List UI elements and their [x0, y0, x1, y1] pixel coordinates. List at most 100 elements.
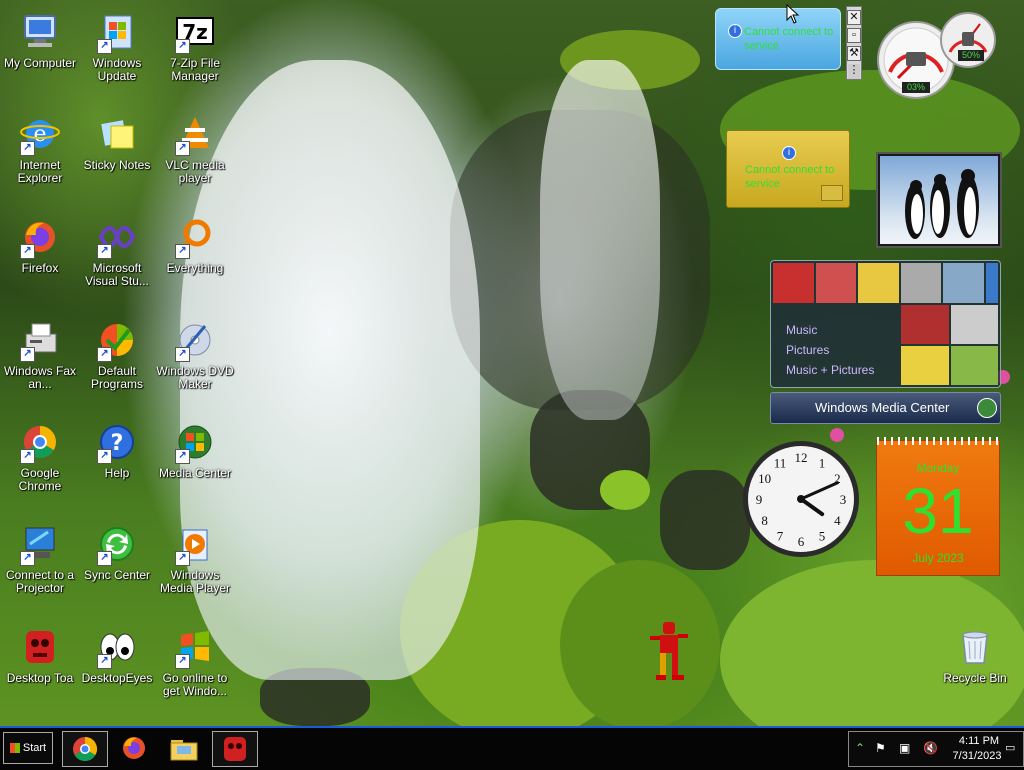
- cpu-meter-gadget[interactable]: 03% 50%: [876, 12, 1000, 104]
- cpu-usage-readout: 03%: [902, 82, 930, 93]
- icon-label: Desktop Toa: [6, 671, 74, 685]
- projector-icon: ↗: [18, 522, 62, 566]
- shortcut-arrow-icon: ↗: [20, 449, 35, 464]
- desktop-icon-default-programs[interactable]: ↗ Default Programs: [77, 318, 157, 391]
- ie-icon: e ↗: [18, 112, 62, 156]
- media-center-bar[interactable]: Windows Media Center: [770, 392, 1001, 424]
- media-menu-music[interactable]: Music: [786, 323, 817, 337]
- clock-number: 9: [756, 492, 763, 507]
- desktop-icon-windows-fax[interactable]: ↗ Windows Fax an...: [0, 318, 80, 391]
- icon-label: Everything: [166, 261, 224, 275]
- icon-label: Windows Media Player: [159, 568, 231, 595]
- desktop-icon-media-player[interactable]: ↗ Windows Media Player: [155, 522, 235, 595]
- icon-label: Help: [104, 466, 130, 480]
- media-center-logo-icon: [977, 398, 997, 418]
- icon-label: Recycle Bin: [943, 671, 1007, 685]
- visual-studio-icon: ↗: [95, 215, 139, 259]
- desktop-icon-google-chrome[interactable]: ↗ Google Chrome: [0, 420, 80, 493]
- windows-update-icon: ↗: [95, 10, 139, 54]
- volume-muted-icon[interactable]: 🔇: [923, 741, 938, 755]
- clock-number: 4: [834, 513, 841, 528]
- rock: [660, 470, 750, 570]
- slideshow-gadget[interactable]: [876, 152, 1002, 248]
- action-center-icon[interactable]: ⚑: [875, 741, 886, 755]
- desktop-icon-dvd-maker[interactable]: ↗ Windows DVD Maker: [155, 318, 235, 391]
- shortcut-arrow-icon: ↗: [175, 39, 190, 54]
- recycle-bin-icon: [953, 625, 997, 669]
- currency-gadget[interactable]: i Cannot connect to service: [726, 130, 850, 208]
- clock-gadget[interactable]: 12 1 2 3 4 5 6 7 8 9 10 11: [740, 438, 862, 560]
- media-center-icon: ↗: [173, 420, 217, 464]
- sticky-notes-icon: [95, 112, 139, 156]
- taskbar-chrome-button[interactable]: [62, 731, 108, 767]
- close-icon[interactable]: ✕: [847, 10, 861, 25]
- media-menu-pictures[interactable]: Pictures: [786, 343, 829, 357]
- clock-number: 5: [819, 528, 826, 543]
- taskbar-desktop-toa-button[interactable]: [212, 731, 258, 767]
- clock-number: 11: [774, 456, 787, 471]
- desktop-icon-firefox[interactable]: ↗ Firefox: [0, 215, 80, 275]
- desktop-icon-desktop-toa[interactable]: Desktop Toa: [0, 625, 80, 685]
- windows-online-icon: ↗: [173, 625, 217, 669]
- desktop-icon-recycle-bin[interactable]: Recycle Bin: [935, 625, 1015, 685]
- desktop-icon-help[interactable]: ? ↗ Help: [77, 420, 157, 480]
- desktop-icon-internet-explorer[interactable]: e ↗ Internet Explorer: [0, 112, 80, 185]
- 7zip-icon: 7z ↗: [173, 10, 217, 54]
- desktop-toa-figure[interactable]: [648, 622, 690, 684]
- taskbar-clock-time[interactable]: 4:11 PM: [949, 735, 1009, 747]
- info-icon: i: [782, 146, 796, 160]
- shortcut-arrow-icon: ↗: [175, 449, 190, 464]
- chrome-icon: ↗: [18, 420, 62, 464]
- desktop-toa-icon: [18, 625, 62, 669]
- taskbar-explorer-button[interactable]: [162, 731, 206, 765]
- vlc-icon: ↗: [173, 112, 217, 156]
- icon-label: Windows Fax an...: [3, 364, 77, 391]
- media-center-gadget[interactable]: Music Pictures Music + Pictures: [770, 260, 1001, 388]
- taskbar-firefox-button[interactable]: [112, 731, 156, 765]
- gadget-controls: ✕ ▫ ⚒ ⋮: [846, 6, 862, 80]
- shortcut-arrow-icon: ↗: [97, 244, 112, 259]
- show-hidden-icons-icon[interactable]: ⌃: [855, 741, 865, 755]
- desktop-icon-7zip[interactable]: 7z ↗ 7-Zip File Manager: [155, 10, 235, 83]
- desktop-icon-connect-projector[interactable]: ↗ Connect to a Projector: [0, 522, 80, 595]
- start-button[interactable]: Start: [3, 732, 53, 764]
- start-label: Start: [22, 742, 47, 754]
- network-icon[interactable]: ▣: [899, 741, 910, 755]
- desktop-eyes-icon: ↗: [95, 625, 139, 669]
- show-desktop-icon[interactable]: ▭: [1005, 741, 1015, 754]
- waterfall-stream: [540, 60, 660, 420]
- media-thumbnails: [901, 305, 998, 385]
- desktop-icon-sync-center[interactable]: ↗ Sync Center: [77, 522, 157, 582]
- desktop-icon-desktop-eyes[interactable]: ↗ DesktopEyes: [77, 625, 157, 685]
- desktop-icon-my-computer[interactable]: My Computer: [0, 10, 80, 70]
- wrench-icon[interactable]: ⚒: [847, 46, 861, 61]
- icon-label: VLC media player: [165, 158, 225, 185]
- calendar-gadget[interactable]: Monday 31 July 2023: [876, 437, 1000, 576]
- desktop-icon-vlc[interactable]: ↗ VLC media player: [155, 112, 235, 185]
- clock-number: 7: [777, 528, 784, 543]
- desktop-icon-sticky-notes[interactable]: Sticky Notes: [77, 112, 157, 172]
- calendar-day-name: Monday: [916, 461, 960, 475]
- shortcut-arrow-icon: ↗: [20, 347, 35, 362]
- desktop-icon-windows-update[interactable]: ↗ Windows Update: [77, 10, 157, 83]
- clock-number: 1: [819, 456, 826, 471]
- desktop-icon-everything[interactable]: ↗ Everything: [155, 215, 235, 275]
- taskbar-clock-date[interactable]: 7/31/2023: [945, 750, 1009, 762]
- desktop-toa-icon: [224, 737, 246, 761]
- desktop-icon-go-online[interactable]: ↗ Go online to get Windo...: [155, 625, 235, 698]
- icon-label: Windows Update: [92, 56, 142, 83]
- system-tray: ⌃ ⚑ ▣ 🔇 4:11 PM 7/31/2023 ▭: [848, 731, 1024, 767]
- desktop-icon-media-center[interactable]: ↗ Media Center: [155, 420, 235, 480]
- size-icon[interactable]: ▫: [847, 28, 861, 43]
- shortcut-arrow-icon: ↗: [97, 551, 112, 566]
- icon-label: Sync Center: [83, 568, 151, 582]
- media-player-icon: ↗: [173, 522, 217, 566]
- drag-handle-icon[interactable]: ⋮: [848, 64, 860, 79]
- weather-gadget[interactable]: i Cannot connect to service: [715, 8, 841, 70]
- desktop-icon-visual-studio[interactable]: ↗ Microsoft Visual Stu...: [77, 215, 157, 288]
- shortcut-arrow-icon: ↗: [20, 244, 35, 259]
- media-menu-music-pictures[interactable]: Music + Pictures: [786, 363, 874, 377]
- calendar-day-number: 31: [902, 475, 974, 547]
- moss-hill: [560, 560, 720, 726]
- clock-number: 8: [761, 513, 768, 528]
